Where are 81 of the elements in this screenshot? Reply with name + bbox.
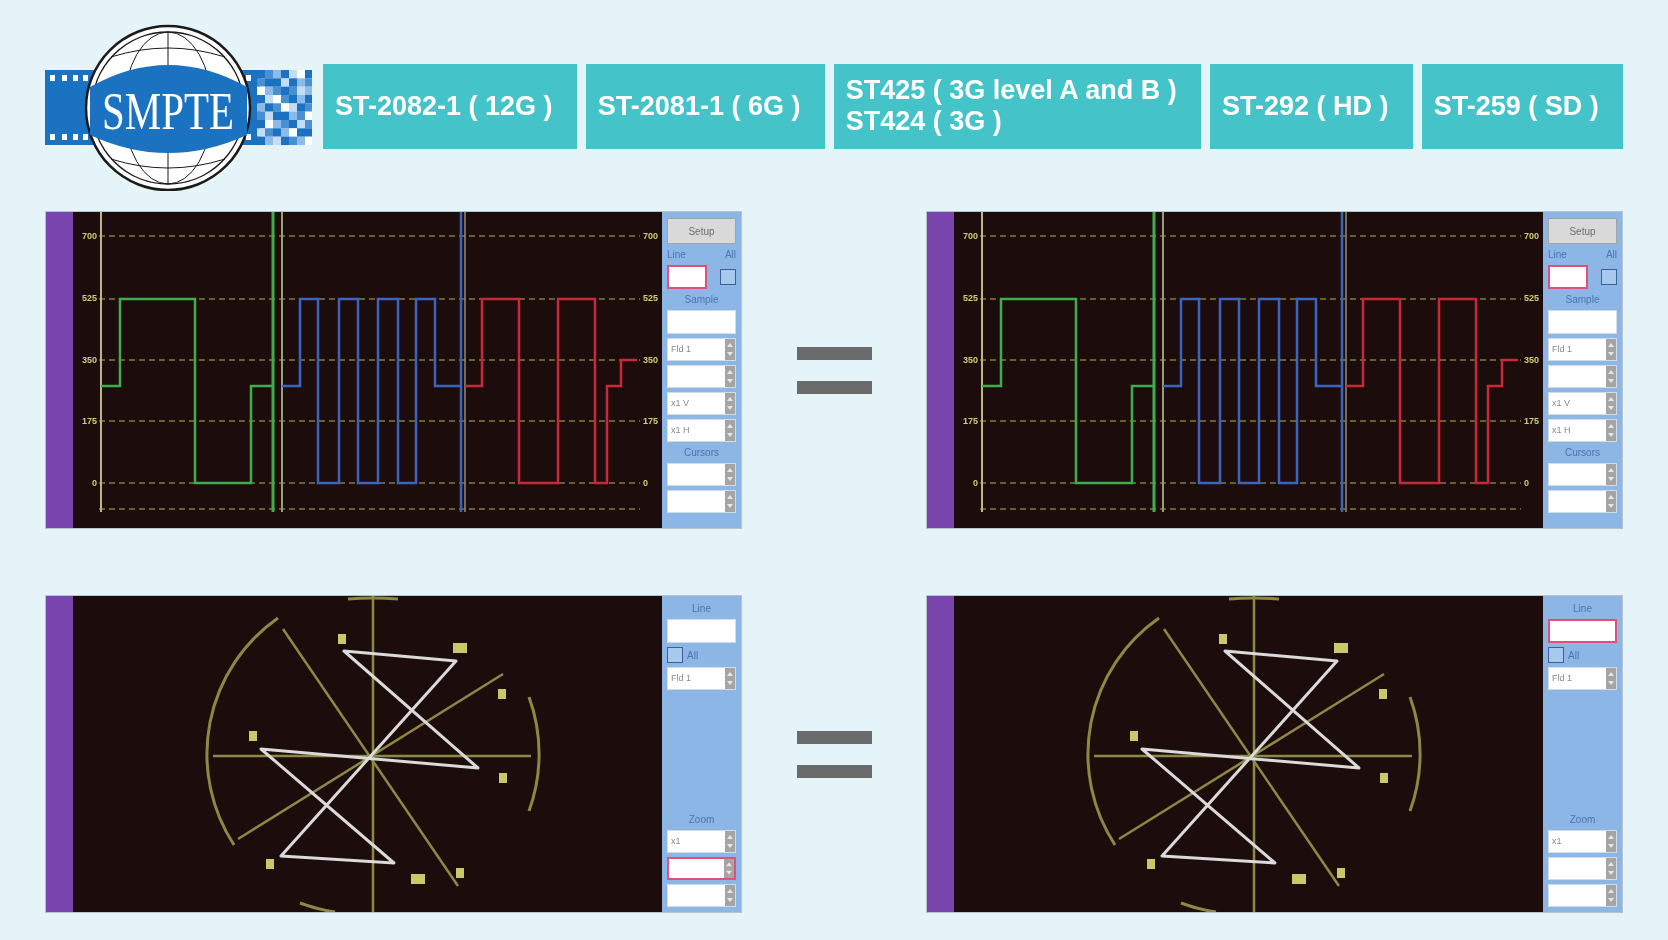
spin-arrows-icon[interactable] — [725, 420, 735, 441]
spin-arrows-icon[interactable] — [1606, 366, 1616, 387]
checkbox[interactable] — [720, 269, 736, 285]
spin-arrows-icon[interactable] — [1606, 420, 1616, 441]
dropdown[interactable]: x1 H — [667, 419, 736, 442]
dropdown[interactable]: x1 — [667, 830, 736, 853]
dropdown[interactable]: x1 V — [667, 392, 736, 415]
standard-tag: ST-292 ( HD ) — [1209, 63, 1413, 149]
dropdown[interactable]: x1 — [1548, 830, 1617, 853]
equals-icon — [796, 346, 872, 394]
spin-arrows-icon[interactable] — [725, 885, 735, 906]
spin-arrows-icon[interactable] — [725, 393, 735, 414]
spin-arrows-icon[interactable] — [1606, 393, 1616, 414]
panel-label: All — [1605, 248, 1617, 261]
spin-arrows-icon[interactable] — [725, 491, 735, 512]
dropdown[interactable]: x1 H — [1548, 419, 1617, 442]
scale-label: 525 — [962, 291, 978, 305]
input-field[interactable] — [1548, 265, 1588, 289]
spin-arrows-icon[interactable] — [725, 339, 735, 360]
spin-arrows-icon[interactable] — [724, 859, 734, 878]
scale-label: 525 — [643, 291, 659, 305]
checkbox[interactable] — [1548, 647, 1564, 663]
panel-button[interactable]: Setup — [1548, 218, 1617, 244]
scale-label: 700 — [643, 230, 659, 243]
checkbox[interactable] — [1601, 269, 1617, 285]
spin-arrows-icon[interactable] — [725, 366, 735, 387]
standard-tag: ST425 ( 3G level A and B ) ST424 ( 3G ) — [833, 63, 1201, 149]
scale-label: 0 — [1524, 477, 1529, 490]
panel-label: Cursors — [684, 446, 719, 459]
panel-label: Line — [692, 602, 711, 615]
scale-label: 175 — [643, 415, 659, 429]
scale-label: 0 — [92, 477, 97, 490]
panel-label: All — [1568, 648, 1580, 662]
scale-label: 700 — [1524, 230, 1540, 243]
panel-label: Line — [667, 248, 686, 261]
scale-label: 525 — [1524, 291, 1540, 305]
input-field[interactable] — [667, 265, 707, 289]
spin-arrows-icon[interactable] — [1606, 831, 1616, 852]
standard-tag: ST-2081-1 ( 6G ) — [585, 63, 825, 149]
spin-arrows-icon[interactable] — [1606, 885, 1616, 906]
scale-label: 0 — [643, 477, 648, 490]
spin-arrows-icon[interactable] — [1606, 668, 1616, 689]
input-field[interactable] — [1548, 619, 1617, 643]
spin-arrows-icon[interactable] — [725, 464, 735, 485]
scale-label: 0 — [973, 477, 978, 490]
panel-label: Cursors — [1565, 446, 1600, 459]
panel-label: Line — [1548, 248, 1567, 261]
standard-tag: ST-2082-1 ( 12G ) — [323, 63, 577, 149]
scale-label: 175 — [1524, 415, 1540, 429]
dropdown[interactable]: Fld 1 — [1548, 338, 1617, 361]
dropdown[interactable]: Fld 1 — [667, 667, 736, 690]
panel-label: Sample — [1565, 293, 1600, 306]
scale-label: 350 — [81, 353, 97, 367]
dropdown[interactable]: x1 V — [1548, 392, 1617, 415]
dropdown[interactable] — [667, 857, 736, 880]
checkbox[interactable] — [667, 647, 683, 663]
standard-tag: ST-259 ( SD ) — [1421, 63, 1623, 149]
panel-label: Sample — [684, 293, 719, 306]
scale-label: 175 — [81, 415, 97, 429]
dropdown[interactable]: Fld 1 — [1548, 667, 1617, 690]
panel-label: All — [724, 248, 736, 261]
scale-label: 700 — [962, 230, 978, 243]
panel-button[interactable]: Setup — [667, 218, 736, 244]
equals-icon — [796, 730, 872, 778]
spin-arrows-icon[interactable] — [1606, 858, 1616, 879]
spin-arrows-icon[interactable] — [1606, 339, 1616, 360]
scale-label: 350 — [962, 353, 978, 367]
scale-label: 175 — [962, 415, 978, 429]
scale-label: 525 — [81, 291, 97, 305]
panel-label: All — [687, 648, 699, 662]
spin-arrows-icon[interactable] — [1606, 491, 1616, 512]
panel-label: Zoom — [1569, 813, 1596, 826]
dropdown[interactable]: Fld 1 — [667, 338, 736, 361]
spin-arrows-icon[interactable] — [725, 831, 735, 852]
panel-label: Line — [1573, 602, 1592, 615]
spin-arrows-icon[interactable] — [1606, 464, 1616, 485]
scale-label: 350 — [1524, 353, 1540, 367]
scale-label: 350 — [643, 353, 659, 367]
scale-label: 700 — [81, 230, 97, 243]
spin-arrows-icon[interactable] — [725, 668, 735, 689]
panel-label: Zoom — [688, 813, 715, 826]
